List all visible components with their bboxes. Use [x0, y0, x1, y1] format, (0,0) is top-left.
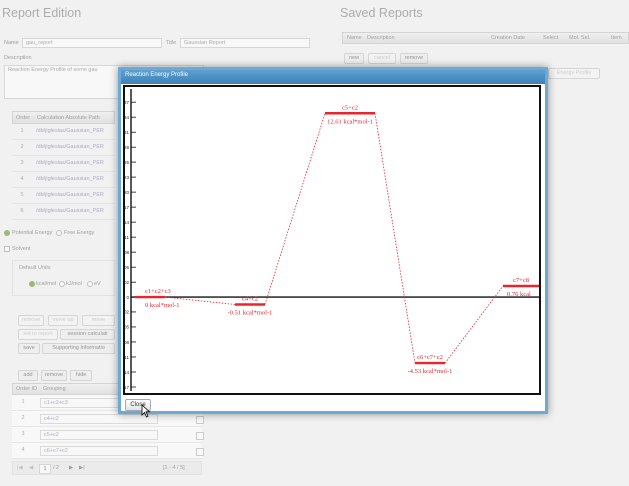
y-tick-label: -2.05: [125, 325, 129, 330]
y-tick-label: 12.34: [125, 115, 129, 120]
energy-profile-dialog: Reaction Energy Profile 13.3712.3411.311…: [118, 67, 548, 418]
level-name-label: c7+c8: [513, 277, 529, 284]
y-tick-label: 11.31: [125, 130, 129, 135]
connector-line: [264, 113, 326, 305]
y-tick-label: 2.05: [125, 265, 129, 270]
y-tick-label: 4.11: [125, 235, 129, 240]
level-energy-label: 0.76 kcal: [507, 291, 531, 298]
y-tick-label: 3.08: [125, 250, 129, 255]
level-energy-label: -4.53 kcal*mol-1: [408, 368, 453, 375]
energy-profile-chart: 13.37 12.34 11.31 10.28 9.26 8.23 7.20 6.17 5.14…: [125, 89, 539, 391]
y-tick-label: -5.14: [125, 370, 129, 375]
y-tick-label: 10.28: [125, 145, 129, 150]
y-tick-label: -6.17: [125, 385, 129, 390]
y-tick-label: -3.08: [125, 340, 129, 345]
y-tick-label: 6.17: [125, 205, 129, 210]
level-energy-label: -0.51 kcal*mol-1: [228, 309, 273, 316]
dialog-titlebar[interactable]: Reaction Energy Profile: [121, 70, 545, 84]
dialog-title: Reaction Energy Profile: [125, 72, 189, 78]
level-energy-label: 0 kcal*mol-1: [145, 302, 179, 309]
y-tick-label: 7.20: [125, 190, 129, 195]
level-name-label: c5+c2: [342, 104, 358, 111]
y-tick-label: 13.37: [125, 100, 129, 105]
connector-line: [374, 113, 416, 364]
mouse-cursor-icon: [141, 404, 151, 418]
y-tick-label: 0: [126, 295, 129, 300]
level-name-label: c4+c2: [242, 295, 258, 302]
level-name-label: c6+c7+c2: [417, 354, 443, 361]
y-tick-label: -4.11: [125, 355, 129, 360]
y-tick-label: 8.23: [125, 175, 129, 180]
energy-profile-plot: 13.37 12.34 11.31 10.28 9.26 8.23 7.20 6.17 5.14…: [123, 85, 541, 395]
level-energy-label: 12.61 kcal*mol-1: [327, 118, 373, 125]
y-tick-label: 5.14: [125, 220, 129, 225]
y-tick-label: 1.02: [125, 280, 129, 285]
level-name-label: c1+c2+c3: [145, 288, 171, 295]
y-tick-label: 9.26: [125, 160, 129, 165]
y-tick-label: -1.02: [125, 310, 129, 315]
